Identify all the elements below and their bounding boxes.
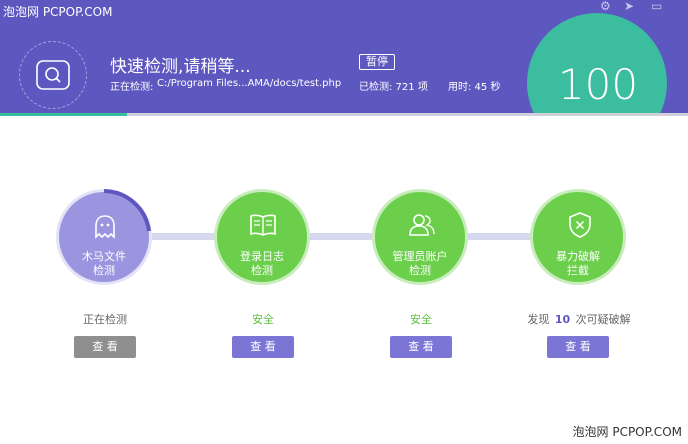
step-connector bbox=[152, 233, 218, 240]
score-value: 100 bbox=[557, 60, 639, 109]
search-icon bbox=[36, 60, 70, 90]
step-label-line2: 拦截 bbox=[567, 264, 589, 277]
users-icon bbox=[409, 214, 435, 236]
checked-count: 已检测: 721 项 bbox=[359, 82, 428, 93]
status-prefix: 发现 bbox=[527, 313, 550, 326]
scan-header: 泡泡网 PCPOP.COM ⚙ ➤ ▭ 快速检测,请稍等... 暂停 正在检测:… bbox=[0, 0, 688, 113]
elapsed-time: 用时: 45 秒 bbox=[448, 82, 501, 93]
step-trojan-scan[interactable]: 木马文件 检测 bbox=[56, 189, 152, 285]
send-icon[interactable]: ➤ bbox=[624, 0, 634, 13]
step-label-line1: 登录日志 bbox=[240, 250, 284, 263]
step-brute-force[interactable]: 暴力破解 拦截 bbox=[530, 189, 626, 285]
watermark-bottom: 泡泡网 PCPOP.COM bbox=[572, 425, 682, 439]
view-button-trojan[interactable]: 查 看 bbox=[74, 336, 136, 358]
scanning-label: 正在检测: bbox=[110, 82, 154, 93]
step-label-line2: 检测 bbox=[409, 264, 431, 277]
watermark-top: 泡泡网 PCPOP.COM bbox=[3, 5, 113, 19]
gear-icon[interactable]: ⚙ bbox=[600, 0, 611, 13]
step-label-line1: 管理员账户 bbox=[392, 250, 448, 263]
suspicious-count: 10 bbox=[554, 313, 571, 326]
step-label-line2: 检测 bbox=[93, 264, 115, 277]
scanning-path: C:/Program Files...AMA/docs/test.php bbox=[157, 78, 342, 89]
progress-fill bbox=[0, 113, 128, 116]
step-connector bbox=[310, 233, 376, 240]
step-status: 安全 bbox=[252, 313, 274, 326]
step-login-log[interactable]: 登录日志 检测 bbox=[214, 189, 310, 285]
step-status: 安全 bbox=[410, 313, 432, 326]
pause-button[interactable]: 暂停 bbox=[359, 54, 395, 70]
view-button-admin[interactable]: 查 看 bbox=[390, 336, 452, 358]
status-suffix: 次可疑破解 bbox=[575, 313, 631, 326]
shield-icon bbox=[569, 212, 591, 238]
step-admin-account[interactable]: 管理员账户 检测 bbox=[372, 189, 468, 285]
step-label-line1: 暴力破解 bbox=[556, 250, 600, 263]
book-icon bbox=[250, 214, 276, 236]
scan-title: 快速检测,请稍等... bbox=[110, 57, 251, 77]
progress-track bbox=[0, 113, 688, 116]
view-button-login-log[interactable]: 查 看 bbox=[232, 336, 294, 358]
ghost-icon bbox=[95, 215, 115, 239]
step-status-brute-force: 发现 10 次可疑破解 bbox=[509, 311, 649, 327]
window-control-icon[interactable]: ▭ bbox=[651, 0, 662, 13]
step-connector bbox=[468, 233, 534, 240]
step-label-line1: 木马文件 bbox=[82, 250, 126, 263]
view-button-brute-force[interactable]: 查 看 bbox=[547, 336, 609, 358]
step-status: 正在检测 bbox=[83, 313, 127, 326]
step-label-line2: 检测 bbox=[251, 264, 273, 277]
